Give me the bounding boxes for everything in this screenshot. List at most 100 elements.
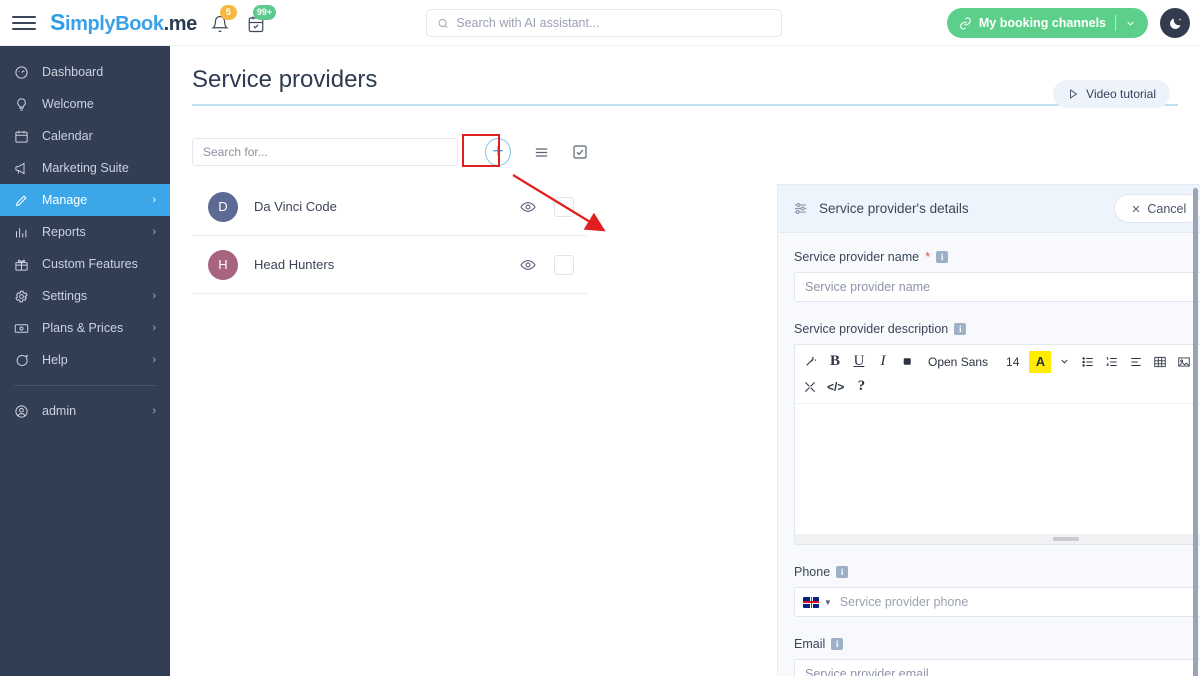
theme-toggle-button[interactable] bbox=[1160, 8, 1190, 38]
gift-icon bbox=[14, 257, 36, 272]
editor-resize-bar[interactable] bbox=[795, 534, 1200, 544]
page-header: Service providers Video tutorial bbox=[192, 66, 1178, 108]
provider-name: Da Vinci Code bbox=[254, 199, 337, 214]
booking-channels-button[interactable]: My booking channels bbox=[946, 8, 1148, 38]
text-color-button[interactable]: A bbox=[1029, 350, 1052, 373]
list-search-box[interactable] bbox=[192, 138, 459, 166]
app-root: SimplyBook.me 5 99+ My booking channels bbox=[0, 0, 1200, 676]
provider-row-checkbox[interactable] bbox=[554, 196, 574, 217]
align-button[interactable] bbox=[1125, 351, 1147, 373]
title-underline bbox=[192, 104, 1178, 106]
help-button[interactable]: ? bbox=[850, 376, 872, 398]
font-size-select[interactable]: 14 bbox=[998, 351, 1027, 373]
chevron-down-icon bbox=[1127, 21, 1134, 26]
required-marker: * bbox=[925, 249, 931, 264]
video-tutorial-button[interactable]: Video tutorial bbox=[1053, 80, 1170, 108]
calendar-check-icon[interactable]: 99+ bbox=[247, 4, 277, 35]
sidebar-item-calendar[interactable]: Calendar bbox=[0, 120, 170, 152]
page-title: Service providers bbox=[192, 66, 378, 93]
select-all-checkbox-icon[interactable] bbox=[572, 144, 588, 160]
provider-search-input[interactable] bbox=[203, 145, 448, 159]
chevron-right-icon: › bbox=[152, 290, 156, 302]
numbered-list-button[interactable] bbox=[1101, 351, 1123, 373]
sidebar-divider bbox=[14, 385, 156, 386]
moon-icon bbox=[1169, 18, 1181, 29]
chevron-right-icon: › bbox=[152, 194, 156, 206]
provider-name: Head Hunters bbox=[254, 257, 335, 272]
list-view-icon[interactable] bbox=[533, 144, 550, 161]
preview-eye-icon[interactable] bbox=[520, 199, 536, 215]
hamburger-icon[interactable] bbox=[12, 11, 36, 35]
cancel-button[interactable]: Cancel bbox=[1114, 194, 1200, 223]
provider-row[interactable]: D Da Vinci Code bbox=[192, 178, 588, 236]
money-icon bbox=[14, 321, 36, 336]
sidebar-item-plans-prices[interactable]: Plans & Prices › bbox=[0, 312, 170, 344]
sidebar-account-label: admin bbox=[42, 404, 77, 418]
provider-row[interactable]: H Head Hunters bbox=[192, 236, 588, 294]
sidebar-label: Calendar bbox=[42, 129, 93, 143]
logo-s: S bbox=[50, 9, 65, 35]
sidebar-item-help[interactable]: Help › bbox=[0, 344, 170, 376]
sidebar-label: Manage bbox=[42, 193, 88, 207]
sidebar-item-custom-features[interactable]: Custom Features bbox=[0, 248, 170, 280]
logo-dark: .me bbox=[163, 13, 198, 35]
magic-wand-icon[interactable] bbox=[799, 351, 822, 373]
resize-grip[interactable] bbox=[1053, 537, 1079, 541]
bold-button[interactable]: B bbox=[824, 351, 846, 373]
chevron-down-icon[interactable] bbox=[1053, 351, 1075, 373]
calendar-badge: 99+ bbox=[252, 4, 277, 20]
italic-button[interactable]: I bbox=[872, 351, 894, 373]
sidebar: Dashboard Welcome Calendar Marketing Sui… bbox=[0, 46, 170, 676]
eraser-icon[interactable] bbox=[896, 351, 918, 373]
provider-row-checkbox[interactable] bbox=[554, 254, 574, 275]
field-label: Phone i bbox=[794, 565, 1200, 579]
info-icon[interactable]: i bbox=[936, 250, 949, 263]
calendar-icon bbox=[14, 129, 36, 144]
info-icon[interactable]: i bbox=[831, 638, 844, 650]
uk-flag-icon[interactable] bbox=[803, 596, 819, 608]
ai-search-box[interactable] bbox=[426, 9, 782, 37]
megaphone-icon bbox=[14, 161, 36, 176]
editor-content-area[interactable] bbox=[795, 404, 1200, 534]
add-provider-button[interactable]: + bbox=[485, 138, 511, 166]
sidebar-item-welcome[interactable]: Welcome bbox=[0, 88, 170, 120]
underline-button[interactable]: U bbox=[848, 351, 870, 373]
phone-input[interactable] bbox=[839, 595, 1200, 609]
app-logo[interactable]: SimplyBook .me bbox=[50, 9, 197, 36]
source-code-button[interactable]: </> bbox=[823, 376, 848, 398]
user-circle-icon bbox=[14, 404, 36, 419]
font-family-select[interactable]: Open Sans bbox=[920, 351, 996, 373]
sidebar-item-settings[interactable]: Settings › bbox=[0, 280, 170, 312]
editor-toolbar-row-1: B U I Open Sans 14 A bbox=[799, 349, 1200, 374]
sidebar-label: Help bbox=[42, 353, 68, 367]
editor-toolbar: B U I Open Sans 14 A </> ? bbox=[795, 345, 1200, 404]
video-tutorial-label: Video tutorial bbox=[1086, 87, 1156, 101]
email-input[interactable] bbox=[794, 659, 1200, 676]
sidebar-item-marketing-suite[interactable]: Marketing Suite bbox=[0, 152, 170, 184]
main-content: Service providers Video tutorial + bbox=[170, 46, 1200, 676]
details-form: Service provider name * i Service provid… bbox=[778, 233, 1200, 676]
gauge-icon bbox=[14, 65, 36, 80]
table-icon[interactable] bbox=[1149, 351, 1171, 373]
search-input[interactable] bbox=[456, 16, 771, 30]
sidebar-item-manage[interactable]: Manage › bbox=[0, 184, 170, 216]
sidebar-item-reports[interactable]: Reports › bbox=[0, 216, 170, 248]
close-icon bbox=[1133, 205, 1140, 212]
fullscreen-icon[interactable] bbox=[799, 376, 821, 398]
sidebar-label: Dashboard bbox=[42, 65, 104, 79]
info-icon[interactable]: i bbox=[954, 323, 967, 335]
country-dropdown-caret[interactable]: ▼ bbox=[824, 598, 832, 607]
phone-input-wrapper[interactable]: ▼ bbox=[794, 587, 1200, 617]
sidebar-item-admin[interactable]: admin › bbox=[0, 395, 170, 427]
chevron-right-icon: › bbox=[152, 354, 156, 366]
info-icon[interactable]: i bbox=[836, 566, 849, 578]
preview-eye-icon[interactable] bbox=[520, 257, 536, 273]
editor-toolbar-row-2: </> ? bbox=[799, 374, 1200, 399]
provider-name-input[interactable] bbox=[794, 272, 1200, 302]
pencil-icon bbox=[14, 193, 36, 208]
bullet-list-button[interactable] bbox=[1077, 351, 1099, 373]
bar-chart-icon bbox=[14, 225, 36, 240]
notifications-bell[interactable]: 5 bbox=[211, 4, 237, 35]
sidebar-item-dashboard[interactable]: Dashboard bbox=[0, 56, 170, 88]
details-scrollbar[interactable] bbox=[1193, 188, 1198, 676]
